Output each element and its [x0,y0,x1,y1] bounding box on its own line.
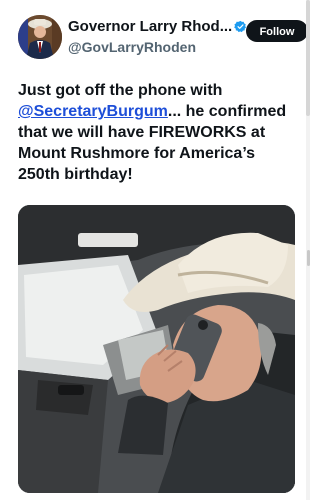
author-handle[interactable]: @GovLarryRhoden [68,38,247,56]
author-display-name[interactable]: Governor Larry Rhod... [68,18,247,36]
post-header: Governor Larry Rhod... @GovLarryRhoden F… [18,12,308,62]
post-text-prefix: Just got off the phone with [18,82,223,99]
follow-button[interactable]: Follow [246,20,308,42]
photo-man-in-cowboy-hat-on-phone-icon [18,205,295,493]
post-photo[interactable] [18,205,295,493]
post-text: Just got off the phone with @SecretaryBu… [18,80,294,185]
mention-link[interactable]: @SecretaryBurgum [18,103,168,120]
author-avatar[interactable] [18,15,62,59]
author-names: Governor Larry Rhod... @GovLarryRhoden [68,18,247,56]
avatar-photo-icon [18,15,62,59]
scrollbar-marker [307,250,310,266]
scrollbar-thumb[interactable] [306,0,310,116]
